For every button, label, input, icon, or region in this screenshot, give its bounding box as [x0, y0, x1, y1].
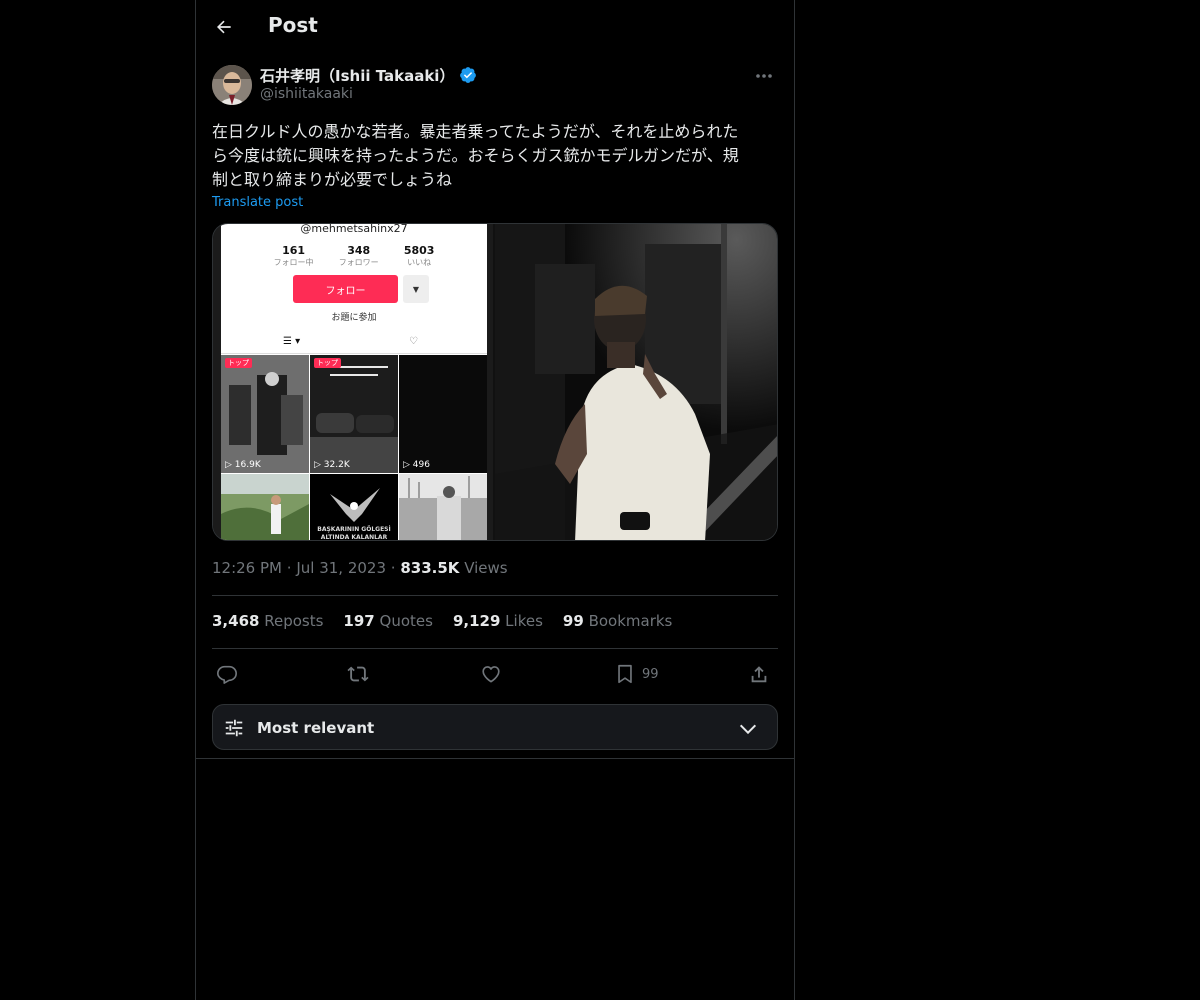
post-text-line: 在日クルド人の愚かな若者。暴走者乗ってたようだが、それを止められた: [212, 122, 739, 141]
action-bar: 99: [212, 658, 778, 690]
video-thumbnail: トップ ▷ 32.2K: [310, 355, 398, 473]
tiktok-dropdown-icon: ▼: [403, 275, 429, 303]
user-handle[interactable]: @ishiitakaaki: [260, 86, 353, 102]
bookmark-icon: [618, 664, 632, 684]
video-thumbnail: トップ ▷ 16.9K: [221, 355, 309, 473]
reposts-stat[interactable]: 3,468 Reposts: [212, 612, 323, 630]
divider: [212, 595, 778, 596]
share-icon: [751, 666, 767, 683]
verified-badge-icon[interactable]: [459, 66, 477, 84]
avatar[interactable]: [212, 65, 252, 105]
video-views: ▷ 32.2K: [314, 460, 350, 470]
video-thumbnail: BAŞKARININ GÖLGESİ ALTINDA KALANLAR DİKK…: [310, 474, 398, 541]
tiktok-tabs: ☰ ▾ ♡: [221, 334, 487, 354]
arrow-left-icon: [217, 20, 231, 34]
video-views: ▷ 16.9K: [225, 460, 261, 470]
page-title: Post: [268, 13, 318, 37]
post-text-line: ら今度は銃に興味を持ったようだ。おそらくガス銃かモデルガンだが、規: [212, 146, 739, 165]
display-name[interactable]: 石井孝明（Ishii Takaaki）: [260, 65, 454, 86]
separator: ·: [390, 559, 396, 577]
quotes-stat[interactable]: 197 Quotes: [343, 612, 433, 630]
back-button[interactable]: [210, 13, 238, 41]
like-button[interactable]: [480, 658, 502, 690]
views-label: Views: [464, 559, 508, 577]
post-time[interactable]: 12:26 PM: [212, 559, 282, 577]
tiktok-follow-button: フォロー: [293, 275, 398, 303]
media-image-night-photo[interactable]: [495, 224, 777, 540]
heart-icon: [482, 666, 500, 683]
media-image-tiktok-screenshot[interactable]: @mehmetsahinx27 161 フォロー中 348 フォロワー 5803…: [213, 224, 493, 541]
chevron-down-icon: [739, 724, 757, 735]
video-views: ▷ 496: [403, 460, 430, 470]
bookmark-button[interactable]: 99: [614, 658, 659, 690]
divider: [196, 758, 794, 759]
page-header: Post: [196, 0, 794, 54]
reply-icon: [217, 665, 237, 684]
reply-button[interactable]: [216, 658, 238, 690]
post-column: Post 石井孝明（Ishii Takaaki） @ishiitakaaki 在…: [195, 0, 795, 1000]
likes-stat[interactable]: 9,129 Likes: [453, 612, 543, 630]
post-timestamp-row: 12:26 PM · Jul 31, 2023 · 833.5K Views: [212, 559, 508, 577]
translate-post-link[interactable]: Translate post: [212, 195, 303, 210]
more-options-button[interactable]: [750, 65, 778, 87]
engagement-stats: 3,468 Reposts 197 Quotes 9,129 Likes 99 …: [212, 612, 692, 630]
video-thumbnail: [221, 474, 309, 540]
divider: [212, 648, 778, 649]
top-badge: トップ: [314, 358, 341, 368]
tiktok-video-grid: トップ ▷ 16.9K トップ ▷ 32.2K ▷ 496 BAŞKARININ…: [221, 355, 487, 541]
post-media: @mehmetsahinx27 161 フォロー中 348 フォロワー 5803…: [212, 223, 778, 541]
video-thumbnail: [399, 474, 487, 540]
share-button[interactable]: [748, 658, 770, 690]
tiktok-topic-label: お題に参加: [331, 313, 377, 323]
repost-button[interactable]: [346, 658, 370, 690]
post-text-line: 制と取り締まりが必要でしょうね: [212, 170, 453, 189]
tiktok-stats: 161 フォロー中 348 フォロワー 5803 いいね: [221, 244, 487, 268]
repost-icon: [347, 666, 369, 682]
sliders-icon: [225, 719, 243, 737]
tiktok-stat: 5803 いいね: [403, 244, 435, 267]
post-text: 在日クルド人の愚かな若者。暴走者乗ってたようだが、それを止められた ら今度は銃に…: [212, 120, 778, 192]
grid-tab-icon: ☰ ▾: [283, 336, 301, 347]
bookmarks-stat[interactable]: 99 Bookmarks: [563, 612, 672, 630]
liked-tab-icon: ♡: [409, 336, 418, 347]
tiktok-profile-screenshot: @mehmetsahinx27 161 フォロー中 348 フォロワー 5803…: [221, 224, 487, 541]
video-thumbnail: ▷ 496: [399, 355, 487, 473]
separator: ·: [286, 559, 292, 577]
top-badge: トップ: [225, 358, 252, 368]
tiktok-stat: 348 フォロワー: [338, 244, 379, 267]
tiktok-handle: @mehmetsahinx27: [300, 224, 408, 235]
sort-label: Most relevant: [257, 719, 375, 737]
post-author: 石井孝明（Ishii Takaaki） @ishiitakaaki: [212, 65, 778, 107]
video-caption: BAŞKARININ GÖLGESİ ALTINDA KALANLAR DİKK…: [317, 526, 391, 541]
tiktok-stat: 161 フォロー中: [273, 244, 314, 267]
post-date[interactable]: Jul 31, 2023: [296, 559, 386, 577]
bookmark-count: 99: [642, 666, 659, 682]
views-count: 833.5K: [400, 559, 460, 577]
name-row: 石井孝明（Ishii Takaaki）: [260, 65, 477, 85]
reply-sort-dropdown[interactable]: Most relevant: [212, 704, 778, 750]
more-dots-icon: [756, 74, 772, 78]
